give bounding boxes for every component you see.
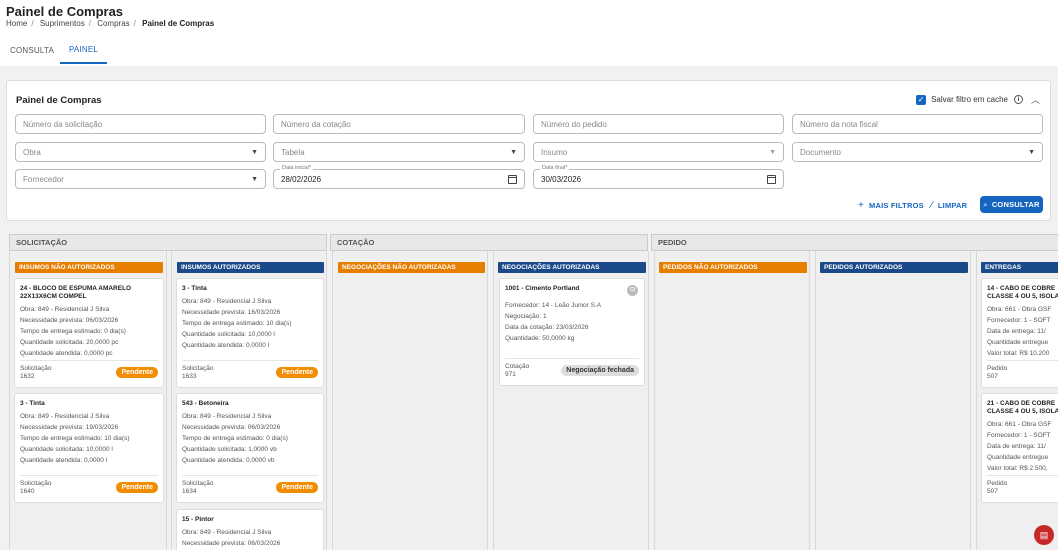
status-badge: Pendente xyxy=(276,482,318,493)
breadcrumb-suprimentos[interactable]: Suprimentos xyxy=(40,19,85,28)
column-pedidos-autorizados: PEDIDOS AUTORIZADOS xyxy=(815,251,971,550)
status-badge: Pendente xyxy=(116,482,158,493)
column-header: NEGOCIAÇÕES AUTORIZADAS xyxy=(498,262,646,273)
cotacao-input[interactable]: Número da cotação xyxy=(273,114,525,134)
page-title: Painel de Compras xyxy=(6,4,124,19)
data-final-field[interactable]: Data final* 30/03/2026 xyxy=(533,165,784,189)
info-icon[interactable]: i xyxy=(1013,95,1023,104)
cache-checkbox[interactable]: ✓ xyxy=(916,94,927,105)
tab-painel[interactable]: PAINEL xyxy=(60,36,107,64)
nota-fiscal-input[interactable]: Número da nota fiscal xyxy=(792,114,1043,134)
filter-title: Painel de Compras xyxy=(16,95,102,106)
column-pedidos-nao-autorizados: PEDIDOS NÃO AUTORIZADOS xyxy=(654,251,810,550)
chat-icon[interactable]: ▤ xyxy=(1034,525,1054,545)
column-header: PEDIDOS NÃO AUTORIZADOS xyxy=(659,262,807,273)
list-item[interactable]: 21 - CABO DE COBRE CLASSE 4 OU 5, ISOLAÇ… xyxy=(981,393,1058,503)
brush-icon: ⁄ xyxy=(931,200,933,211)
cache-label: Salvar filtro em cache xyxy=(931,95,1008,104)
filter-panel: Painel de Compras ✓ Salvar filtro em cac… xyxy=(6,80,1051,221)
data-inicial-field[interactable]: Data inicial* 28/02/2026 xyxy=(273,165,525,189)
dropdown-arrow-icon: ▼ xyxy=(251,148,258,156)
breadcrumb: Home / Suprimentos / Compras / Painel de Co… xyxy=(6,19,215,28)
search-icon: ⌕ xyxy=(983,199,988,209)
cache-toggle: ✓ Salvar filtro em cache i ︿ xyxy=(916,93,1040,106)
kanban-board: SOLICITAÇÃO COTAÇÃO PEDIDO INSUMOS NÃO A… xyxy=(9,234,1058,550)
list-item[interactable]: 14 - CABO DE COBRE CLASSE 4 OU 5, ISOLAÇ… xyxy=(981,278,1058,388)
dropdown-arrow-icon: ▼ xyxy=(251,175,258,183)
column-negociacoes-autorizadas: NEGOCIAÇÕES AUTORIZADAS 1001 - Cimento P… xyxy=(493,251,649,550)
list-item[interactable]: 24 - BLOCO DE ESPUMA AMARELO 22X13X6CM C… xyxy=(14,278,164,388)
limpar-button[interactable]: ⁄ LIMPAR xyxy=(931,200,967,211)
pedido-input[interactable]: Número do pedido xyxy=(533,114,784,134)
insumo-select[interactable]: Insumo ▼ xyxy=(533,142,784,162)
column-header: INSUMOS AUTORIZADOS xyxy=(177,262,324,273)
fornecedor-select[interactable]: Fornecedor ▼ xyxy=(15,169,266,189)
column-negociacoes-nao-autorizadas: NEGOCIAÇÕES NÃO AUTORIZADAS xyxy=(332,251,488,550)
mais-filtros-button[interactable]: + MAIS FILTROS xyxy=(858,200,924,211)
column-insumos-nao-autorizados: INSUMOS NÃO AUTORIZADOS 24 - BLOCO DE ES… xyxy=(9,251,167,550)
list-item[interactable]: 543 - Betoneira Obra: 849 - Residencial … xyxy=(176,393,324,503)
calendar-icon[interactable] xyxy=(508,174,517,184)
section-solicitacao: SOLICITAÇÃO xyxy=(9,234,327,251)
dropdown-arrow-icon: ▼ xyxy=(1028,148,1035,156)
obra-select[interactable]: Obra ▼ xyxy=(15,142,266,162)
column-header: NEGOCIAÇÕES NÃO AUTORIZADAS xyxy=(338,262,485,273)
list-item[interactable]: 3 - Tinta Obra: 849 - Residencial J Silv… xyxy=(176,278,324,388)
column-header: INSUMOS NÃO AUTORIZADOS xyxy=(15,262,163,273)
list-item[interactable]: 1001 - Cimento Portland CI Fornecedor: 1… xyxy=(499,278,645,386)
tabela-select[interactable]: Tabela ▼ xyxy=(273,142,525,162)
tab-bar: CONSULTA PAINEL xyxy=(0,36,1058,64)
dropdown-arrow-icon: ▼ xyxy=(769,148,776,156)
column-header: ENTREGAS xyxy=(981,262,1058,273)
breadcrumb-home[interactable]: Home xyxy=(6,19,27,28)
status-badge: Pendente xyxy=(276,367,318,378)
plus-icon: + xyxy=(858,200,865,211)
dropdown-arrow-icon: ▼ xyxy=(510,148,517,156)
solicitacao-input[interactable]: Número da solicitação xyxy=(15,114,266,134)
avatar: CI xyxy=(627,285,638,296)
section-pedido: PEDIDO xyxy=(651,234,1058,251)
list-item[interactable]: 15 - Pintor Obra: 849 - Residencial J Si… xyxy=(176,509,324,550)
column-insumos-autorizados: INSUMOS AUTORIZADOS 3 - Tinta Obra: 849 … xyxy=(171,251,327,550)
list-item[interactable]: 3 - Tinta Obra: 849 - Residencial J Silv… xyxy=(14,393,164,503)
column-header: PEDIDOS AUTORIZADOS xyxy=(820,262,968,273)
documento-select[interactable]: Documento ▼ xyxy=(792,142,1043,162)
chevron-up-icon[interactable]: ︿ xyxy=(1031,93,1040,106)
status-badge: Pendente xyxy=(116,367,158,378)
consultar-button[interactable]: ⌕ CONSULTAR xyxy=(980,196,1043,213)
tab-consulta[interactable]: CONSULTA xyxy=(6,36,58,64)
section-cotacao: COTAÇÃO xyxy=(330,234,648,251)
column-entregas: ENTREGAS 14 - CABO DE COBRE CLASSE 4 OU … xyxy=(976,251,1058,550)
status-badge: Negociação fechada xyxy=(561,365,639,376)
breadcrumb-compras[interactable]: Compras xyxy=(97,19,129,28)
calendar-icon[interactable] xyxy=(767,174,776,184)
breadcrumb-current: Painel de Compras xyxy=(142,19,215,28)
